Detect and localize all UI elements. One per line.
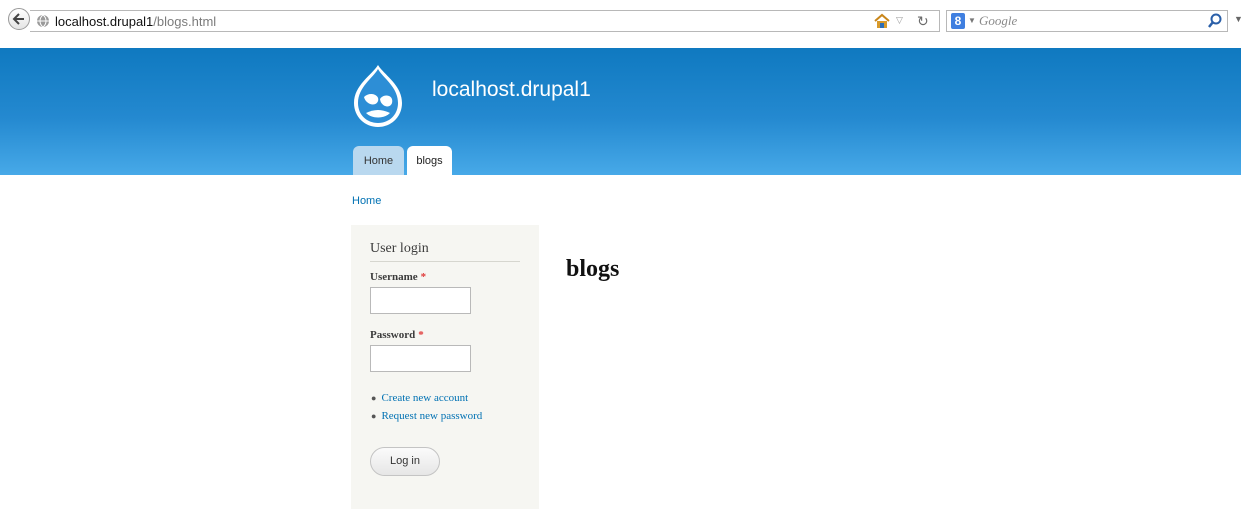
url-text: localhost.drupal1/blogs.html xyxy=(55,14,216,29)
url-path: /blogs.html xyxy=(153,14,217,29)
home-icon[interactable] xyxy=(873,13,891,29)
back-arrow-icon xyxy=(12,13,24,25)
search-icon[interactable] xyxy=(1207,13,1223,29)
bullet-icon: ● xyxy=(371,393,377,403)
list-item: ● Create new account xyxy=(371,389,482,407)
required-marker: * xyxy=(420,271,427,283)
tab-home[interactable]: Home xyxy=(353,146,404,175)
account-links: ● Create new account ● Request new passwor… xyxy=(371,389,482,425)
log-in-button[interactable]: Log in xyxy=(370,447,440,476)
username-input[interactable] xyxy=(370,287,471,314)
password-label: Password * xyxy=(370,329,424,341)
request-password-link[interactable]: Request new password xyxy=(381,410,482,422)
block-title: User login xyxy=(370,241,520,262)
tab-blogs[interactable]: blogs xyxy=(407,146,452,175)
site-header: localhost.drupal1 Home blogs xyxy=(0,48,1241,175)
search-engine-icon[interactable]: 8 xyxy=(951,13,965,29)
breadcrumb-home-link[interactable]: Home xyxy=(352,195,381,207)
username-label: Username * xyxy=(370,271,426,283)
engine-dropdown-icon[interactable]: ▼ xyxy=(968,16,976,25)
bullet-icon: ● xyxy=(371,411,377,421)
required-marker: * xyxy=(418,329,424,341)
drupal-logo-icon[interactable] xyxy=(350,63,406,129)
url-host: localhost.drupal1 xyxy=(55,14,154,29)
create-account-link[interactable]: Create new account xyxy=(381,392,468,404)
password-label-text: Password xyxy=(370,329,416,341)
address-bar[interactable]: localhost.drupal1/blogs.html ▽ ↻ xyxy=(30,10,940,32)
browser-toolbar: localhost.drupal1/blogs.html ▽ ↻ 8 ▼ ▼ xyxy=(0,0,1241,42)
search-bar[interactable]: 8 ▼ xyxy=(946,10,1228,32)
user-login-block: User login Username * Password * ● Create n… xyxy=(351,225,539,509)
globe-icon xyxy=(37,14,49,28)
site-name[interactable]: localhost.drupal1 xyxy=(432,78,591,102)
back-button[interactable] xyxy=(8,8,30,30)
history-dropdown-icon[interactable]: ▽ xyxy=(896,15,903,26)
reload-icon[interactable]: ↻ xyxy=(917,13,929,30)
password-input[interactable] xyxy=(370,345,471,372)
page-title: blogs xyxy=(566,256,620,283)
username-label-text: Username xyxy=(370,271,418,283)
search-input[interactable] xyxy=(979,13,1179,29)
list-item: ● Request new password xyxy=(371,407,482,425)
overflow-menu-icon[interactable]: ▼ xyxy=(1234,14,1241,24)
